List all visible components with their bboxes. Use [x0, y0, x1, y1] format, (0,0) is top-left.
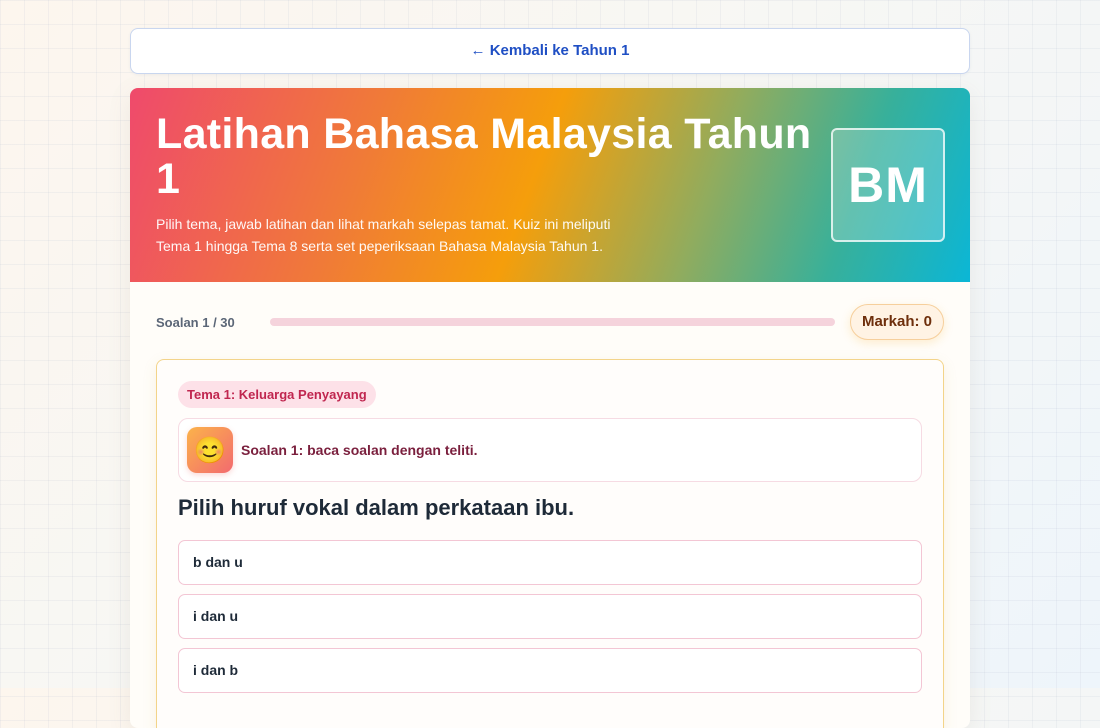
- subject-badge: BM: [831, 128, 945, 242]
- back-to-year-1-button[interactable]: ← Kembali ke Tahun 1: [130, 28, 970, 74]
- progress-row: Soalan 1 / 30 Markah: 0: [156, 304, 944, 340]
- question-card: Tema 1: Keluarga Penyayang 😊 Soalan 1: b…: [156, 359, 944, 728]
- question-counter: Soalan 1 / 30: [156, 315, 235, 330]
- smiling-face-icon: 😊: [187, 427, 233, 473]
- page-title: Latihan Bahasa Malaysia Tahun 1: [156, 110, 812, 203]
- page-container: ← Kembali ke Tahun 1 Latihan Bahasa Mala…: [130, 28, 970, 728]
- hero-banner: Latihan Bahasa Malaysia Tahun 1 Pilih te…: [130, 88, 970, 282]
- score-badge: Markah: 0: [849, 304, 944, 340]
- answer-option[interactable]: b dan u: [178, 540, 922, 585]
- question-text: Pilih huruf vokal dalam perkataan ibu.: [178, 495, 575, 520]
- theme-tag: Tema 1: Keluarga Penyayang: [178, 381, 376, 408]
- answer-options: b dan u i dan u i dan b: [178, 540, 922, 702]
- answer-option[interactable]: i dan b: [178, 648, 922, 693]
- question-hint-text: Soalan 1: baca soalan dengan teliti.: [241, 442, 478, 458]
- hero-description: Pilih tema, jawab latihan dan lihat mark…: [156, 216, 611, 254]
- answer-option[interactable]: i dan u: [178, 594, 922, 639]
- progress-bar: [270, 318, 835, 326]
- question-hint-box: 😊 Soalan 1: baca soalan dengan teliti.: [178, 418, 922, 482]
- quiz-card: Latihan Bahasa Malaysia Tahun 1 Pilih te…: [130, 88, 970, 728]
